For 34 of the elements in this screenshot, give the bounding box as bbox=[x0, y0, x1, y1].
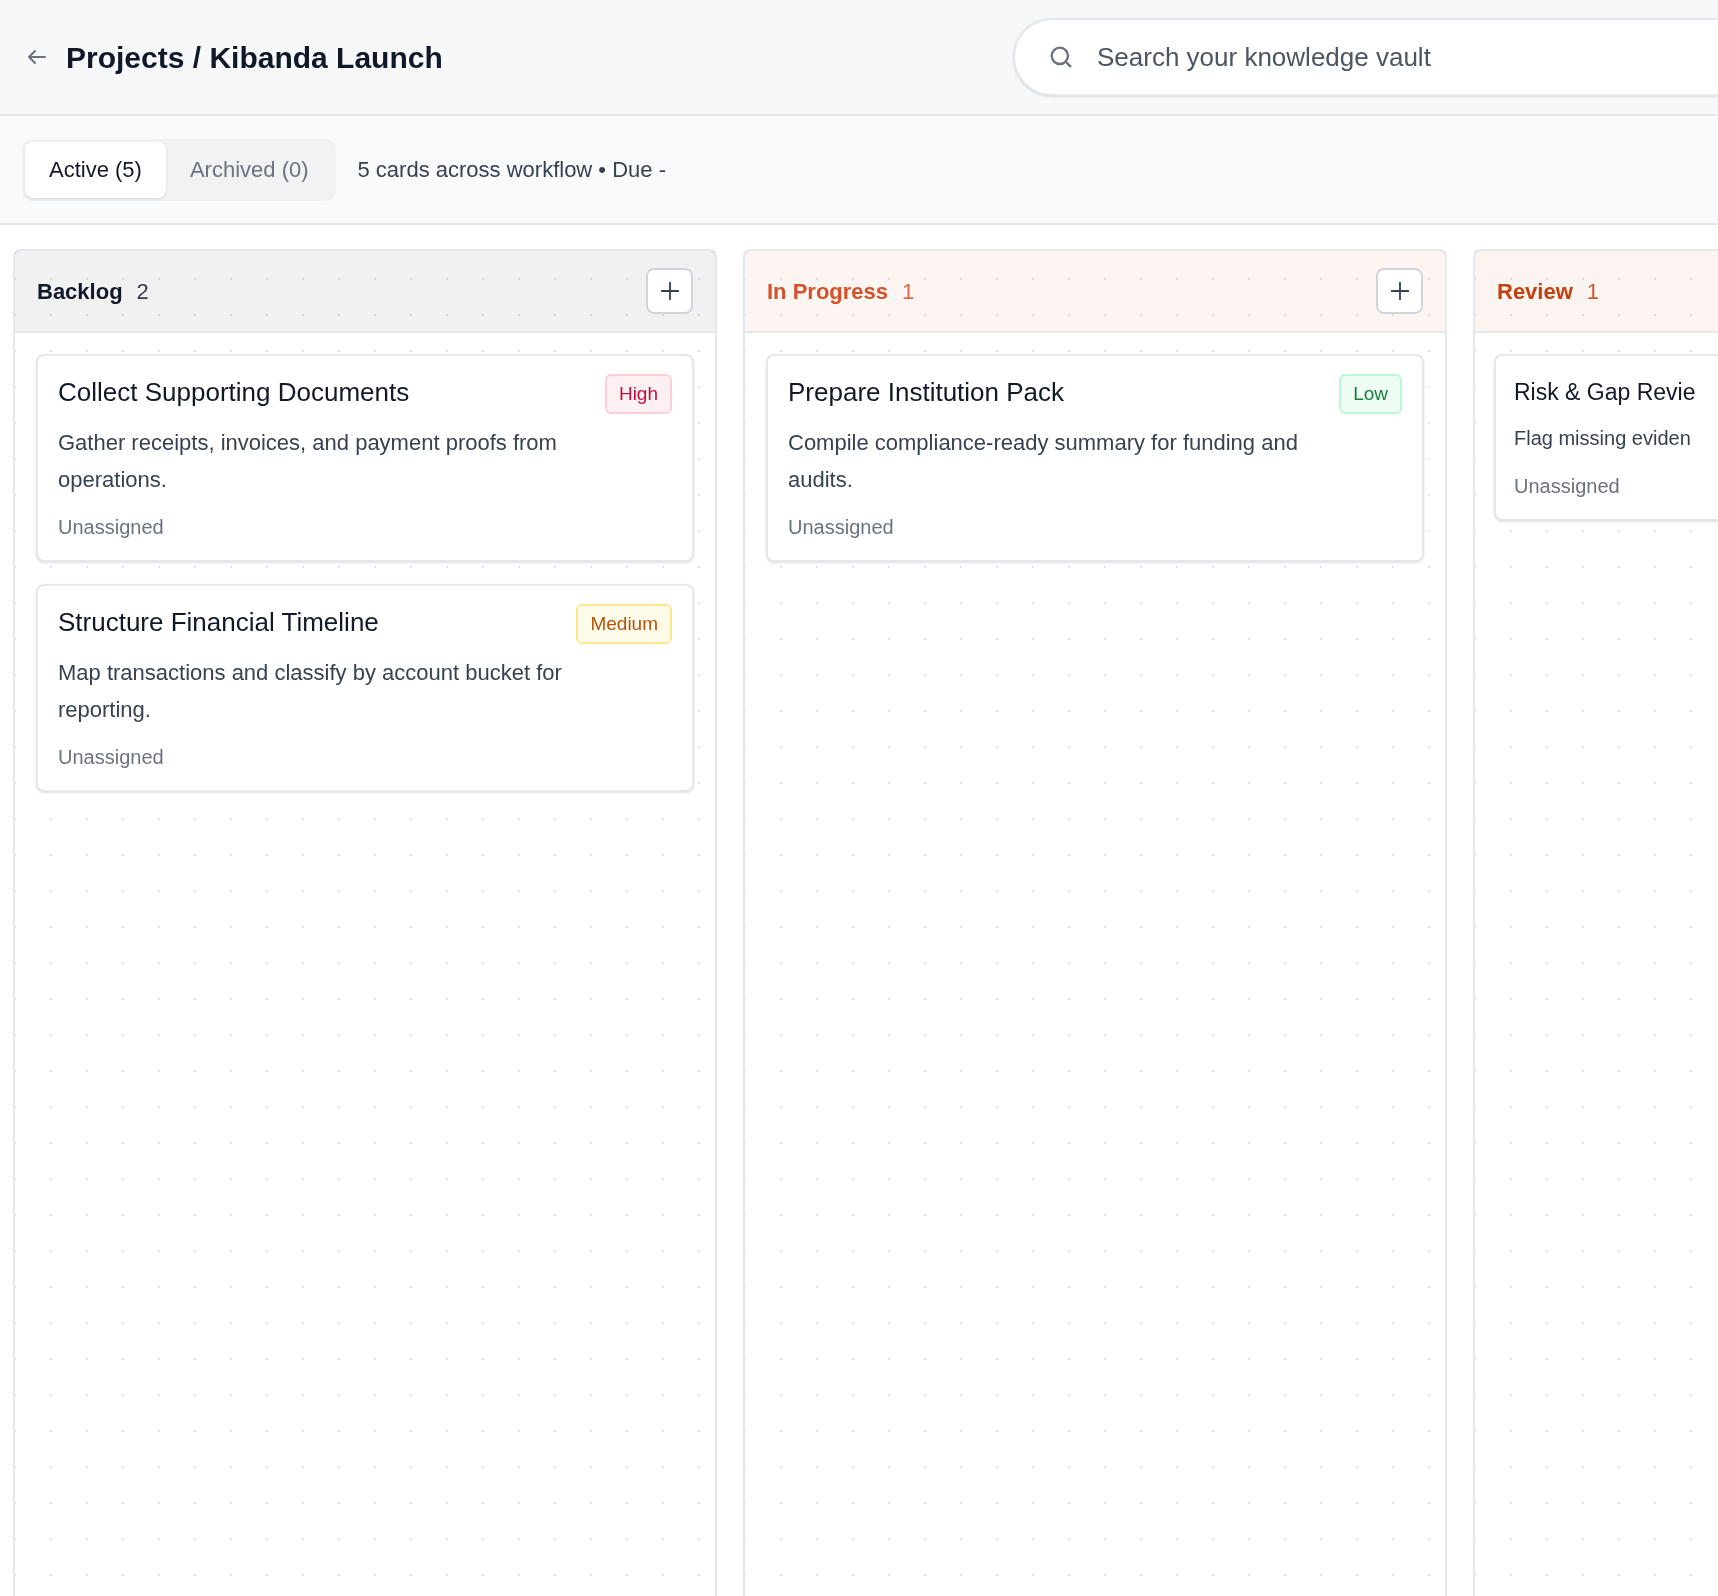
card-title: Risk & Gap Revie bbox=[1514, 378, 1696, 407]
card-description: Map transactions and classify by account bucket for reporting. bbox=[58, 659, 563, 724]
task-card[interactable]: Collect Supporting Documents High Gather receipts, invoices, and payment proofs from operations. Unassigned bbox=[36, 354, 694, 562]
task-card[interactable]: Prepare Institution Pack Low Compile compliance-ready summary for funding and audits. Unassigned bbox=[766, 354, 1424, 562]
priority-badge: High bbox=[604, 374, 672, 414]
column-count: 1 bbox=[902, 277, 915, 306]
priority-badge: Low bbox=[1339, 374, 1402, 414]
column-title: Backlog bbox=[37, 277, 123, 306]
assignee-text: Unassigned bbox=[788, 515, 895, 540]
task-card[interactable]: Structure Financial Timeline Medium Map transactions and classify by account bucket for reporting. Unassigned bbox=[36, 584, 694, 792]
search-field[interactable]: Search your knowledge vault bbox=[1013, 18, 1718, 96]
summary-text: 5 cards across workflow • Due - bbox=[357, 156, 666, 184]
add-card-button[interactable] bbox=[646, 268, 693, 314]
assignee-text: Unassigned bbox=[58, 515, 165, 540]
card-description: Gather receipts, invoices, and payment proofs from operations. bbox=[58, 429, 558, 494]
tab[interactable]: Archived (0) bbox=[165, 141, 333, 198]
card-title: Collect Supporting Documents bbox=[58, 376, 410, 409]
column-count: 1 bbox=[1586, 277, 1600, 306]
add-card-button[interactable] bbox=[1376, 268, 1423, 314]
task-card[interactable]: Risk & Gap Revie Flag missing eviden Unassigned bbox=[1494, 354, 1718, 521]
column-title: In Progress bbox=[767, 277, 889, 306]
column-count: 2 bbox=[136, 277, 149, 306]
tab[interactable]: Active (5) bbox=[25, 141, 166, 198]
column-title: Review bbox=[1497, 277, 1573, 306]
plus-icon bbox=[658, 280, 681, 302]
plus-icon bbox=[1388, 280, 1411, 302]
assignee-text: Unassigned bbox=[58, 745, 165, 770]
card-title: Structure Financial Timeline bbox=[58, 606, 379, 639]
card-description: Flag missing eviden bbox=[1514, 426, 1691, 451]
page-title: Projects / Kibanda Launch bbox=[66, 39, 443, 76]
card-description: Compile compliance-ready summary for funding and audits. bbox=[788, 429, 1299, 494]
card-title: Prepare Institution Pack bbox=[788, 376, 1065, 409]
assignee-text: Unassigned bbox=[1514, 474, 1621, 499]
priority-badge: Medium bbox=[576, 604, 672, 644]
